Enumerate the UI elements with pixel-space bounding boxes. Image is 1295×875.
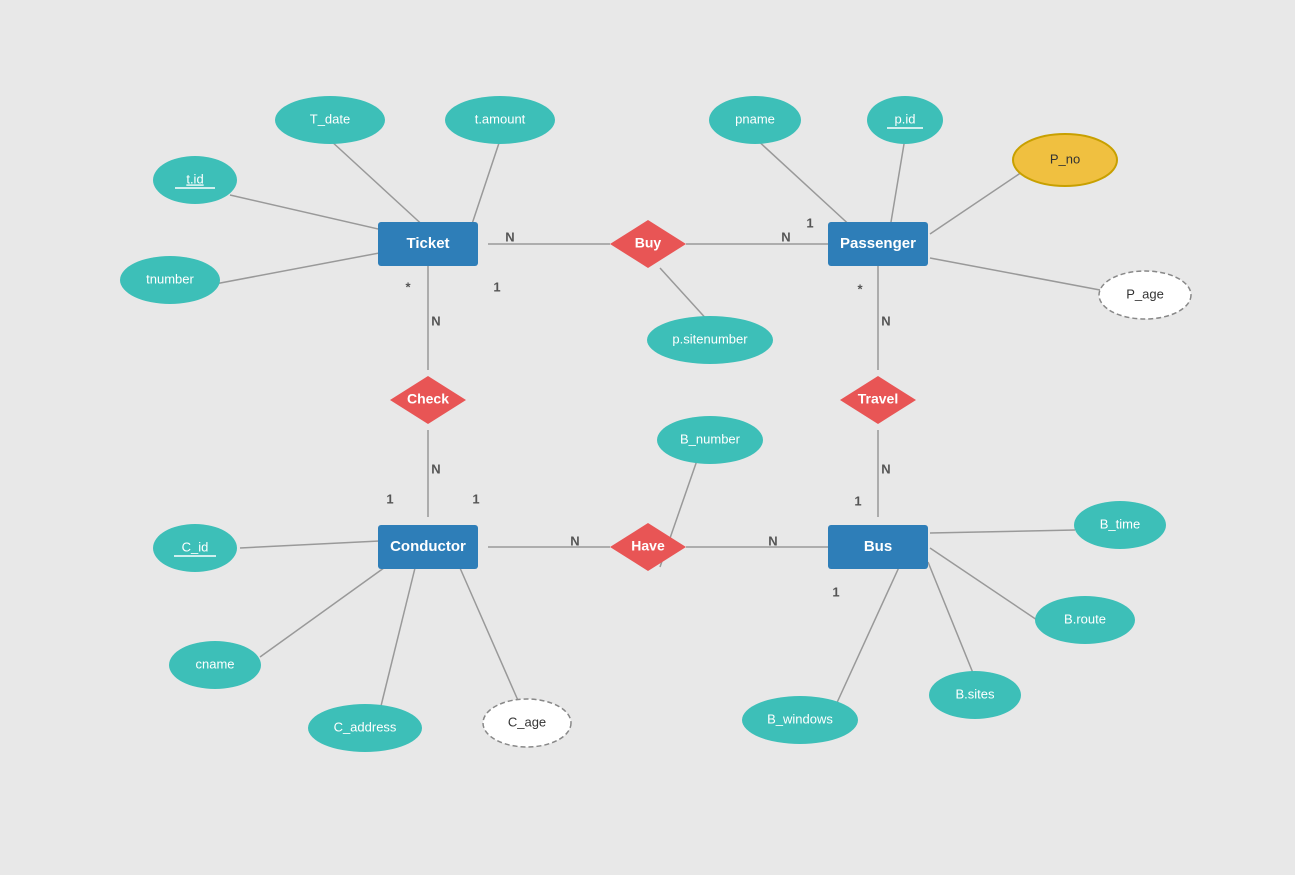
attr-c-address-label: C_address bbox=[334, 719, 397, 734]
attr-p-age-label: P_age bbox=[1126, 286, 1164, 301]
card-check-conductor-n: N bbox=[431, 461, 440, 476]
card-check-1-top: 1 bbox=[493, 279, 500, 294]
relation-travel-label: Travel bbox=[858, 391, 898, 407]
card-ticket-check-n: N bbox=[431, 313, 440, 328]
card-have-bus-n: N bbox=[768, 533, 777, 548]
attr-t-date-label: T_date bbox=[310, 111, 350, 126]
card-buy-passenger-n: N bbox=[781, 229, 790, 244]
attr-b-number-label: B_number bbox=[680, 431, 741, 446]
attr-b-route-label: B.route bbox=[1064, 611, 1106, 626]
entity-passenger-label: Passenger bbox=[840, 235, 916, 252]
entity-bus-label: Bus bbox=[864, 538, 892, 555]
attr-cname-label: cname bbox=[195, 656, 234, 671]
card-travel-bus-n: N bbox=[881, 461, 890, 476]
card-conductor-right-1: 1 bbox=[472, 491, 479, 506]
entity-conductor-label: Conductor bbox=[390, 538, 466, 555]
attr-b-windows-label: B_windows bbox=[767, 711, 833, 726]
attr-b-time-label: B_time bbox=[1100, 516, 1140, 531]
attr-pname-label: pname bbox=[735, 111, 775, 126]
relation-check-label: Check bbox=[407, 391, 449, 407]
attr-c-id-label: C_id bbox=[182, 539, 209, 554]
attr-p-id-label: p.id bbox=[895, 111, 916, 126]
card-ticket-buy-n: N bbox=[505, 229, 514, 244]
entity-ticket-label: Ticket bbox=[406, 235, 449, 252]
attr-t-id-label: t.id bbox=[186, 171, 203, 186]
card-bus-1-top: 1 bbox=[854, 493, 861, 508]
relation-have-label: Have bbox=[631, 538, 665, 554]
attr-tnumber-label: tnumber bbox=[146, 271, 194, 286]
er-diagram: Ticket Passenger Conductor Bus Buy Check… bbox=[0, 0, 1295, 875]
card-passenger-travel-n: N bbox=[881, 313, 890, 328]
attr-b-sites-label: B.sites bbox=[955, 686, 995, 701]
attr-t-amount-label: t.amount bbox=[475, 111, 526, 126]
card-conductor-have-n: N bbox=[570, 533, 579, 548]
relation-buy-label: Buy bbox=[635, 235, 662, 251]
card-bus-1-bottom: 1 bbox=[832, 584, 839, 599]
attr-p-no-label: P_no bbox=[1050, 151, 1080, 166]
card-conductor-left-1: 1 bbox=[386, 491, 393, 506]
attr-p-sitenumber-label: p.sitenumber bbox=[672, 331, 748, 346]
attr-c-age-label: C_age bbox=[508, 714, 546, 729]
card-passenger-1: 1 bbox=[806, 215, 813, 230]
